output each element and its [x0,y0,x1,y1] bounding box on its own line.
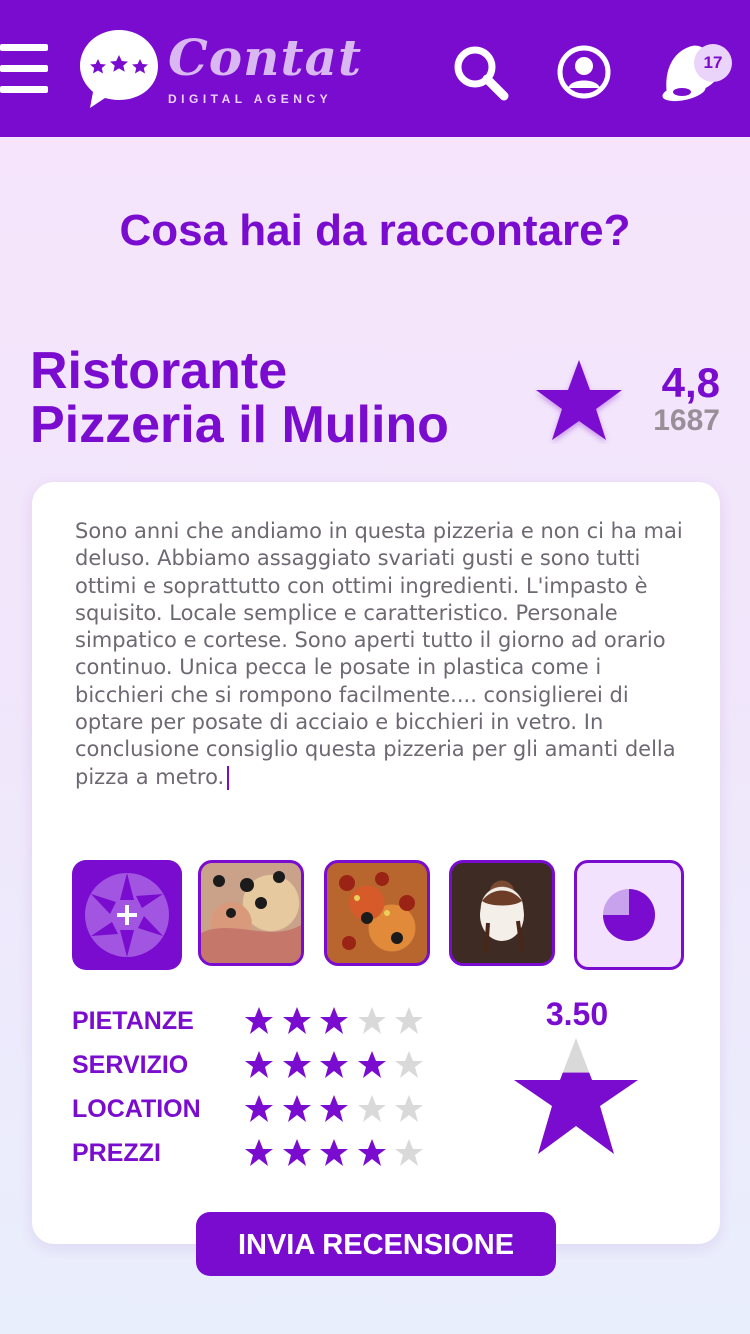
photo-thumbnail-3[interactable] [449,860,555,966]
star-filled-icon[interactable] [319,1094,349,1124]
star-filled-icon[interactable] [357,1138,387,1168]
rating-label-prezzi: PREZZI [72,1139,161,1167]
star-filled-icon[interactable] [244,1006,274,1036]
rating-label-pietanze: PIETANZE [72,1007,194,1035]
submit-review-button[interactable]: INVIA RECENSIONE [196,1212,556,1276]
star-filled-icon[interactable] [282,1138,312,1168]
logo-bubble-icon [80,30,158,108]
place-name-line1: Ristorante [30,342,288,400]
star-empty-icon[interactable] [394,1094,424,1124]
average-rating-value: 3.50 [545,996,609,1032]
star-filled-icon[interactable] [319,1138,349,1168]
star-filled-icon[interactable] [282,1050,312,1080]
star-empty-icon[interactable] [394,1006,424,1036]
menu-icon[interactable] [0,44,48,94]
place-name: Ristorante Pizzeria il Mulino [30,344,500,452]
add-photo-button[interactable] [72,860,182,970]
star-rating-servizio[interactable] [244,1050,424,1080]
star-rating-pietanze[interactable] [244,1006,424,1036]
star-filled-icon[interactable] [319,1050,349,1080]
star-rating-prezzi[interactable] [244,1138,424,1168]
star-empty-icon[interactable] [357,1094,387,1124]
page-headline: Cosa hai da raccontare? [119,206,631,255]
review-text-field[interactable]: Sono anni che andiamo in questa pizzeria… [75,518,685,791]
dessert-photo [480,889,524,954]
star-empty-icon[interactable] [394,1050,424,1080]
star-rating-location[interactable] [244,1094,424,1124]
text-caret [227,765,230,790]
rating-label-location: LOCATION [72,1095,201,1123]
pie-progress-icon [603,889,655,941]
star-filled-icon[interactable] [282,1094,312,1124]
place-rating: 4,8 [661,359,720,406]
pizza-photo-1 [201,871,301,963]
rating-label-servizio: SERVIZIO [72,1051,189,1079]
top-bar: Contat DIGITAL AGENCY 17 [0,0,750,137]
logo-word: Contat [168,28,363,87]
camera-aperture-icon [85,873,169,957]
search-icon[interactable] [452,44,510,102]
rating-star-icon [536,360,622,440]
notification-count-badge: 17 [694,44,732,82]
star-empty-icon[interactable] [357,1006,387,1036]
star-filled-icon[interactable] [244,1138,274,1168]
upload-progress-button[interactable] [574,860,684,970]
star-filled-icon[interactable] [244,1094,274,1124]
average-rating-star-icon [514,1038,638,1154]
user-profile-icon[interactable] [556,44,612,100]
photo-thumbnail-1[interactable] [198,860,304,966]
star-filled-icon[interactable] [244,1050,274,1080]
star-empty-icon[interactable] [394,1138,424,1168]
logo: Contat DIGITAL AGENCY [168,30,378,110]
star-filled-icon[interactable] [282,1006,312,1036]
star-filled-icon[interactable] [319,1006,349,1036]
place-name-line2: Pizzeria il Mulino [30,396,449,454]
review-count: 1687 [653,404,720,437]
star-filled-icon[interactable] [357,1050,387,1080]
photo-thumbnail-2[interactable] [324,860,430,966]
pizza-photo-2 [339,872,415,950]
logo-subtitle: DIGITAL AGENCY [168,92,333,106]
review-text: Sono anni che andiamo in questa pizzeria… [75,519,683,789]
